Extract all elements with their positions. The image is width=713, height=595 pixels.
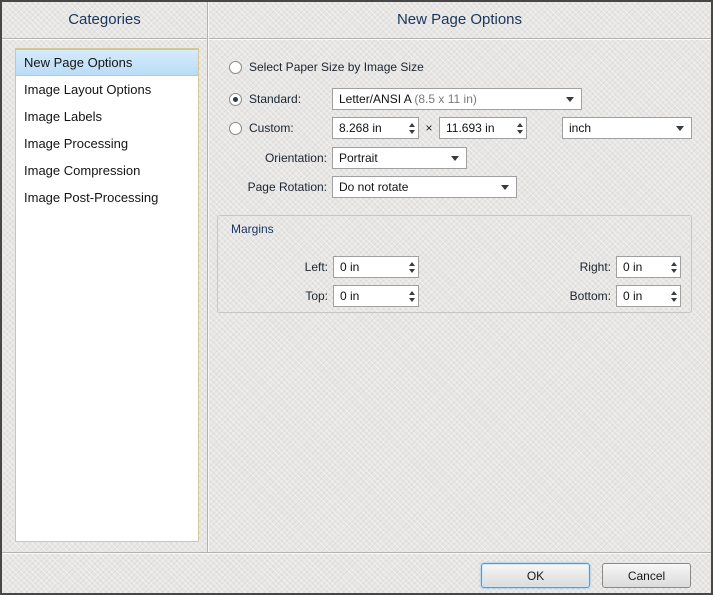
margin-bottom-spinner[interactable]: 0 in (616, 285, 681, 307)
spin-up-icon[interactable] (517, 123, 523, 127)
standard-size-name: Letter/ANSI A (339, 92, 411, 106)
margin-bottom-label: Bottom: (533, 285, 611, 307)
standard-size-detail: (8.5 x 11 in) (414, 92, 476, 106)
page-rotation-label: Page Rotation: (202, 176, 327, 198)
custom-label: Custom: (249, 121, 294, 135)
spin-up-icon[interactable] (671, 291, 677, 295)
page-title: New Page Options (208, 2, 711, 38)
chevron-down-icon (451, 156, 459, 161)
margin-left-value: 0 in (334, 260, 405, 274)
custom-width-value: 8.268 in (333, 121, 405, 135)
new-page-options-dialog: Categories New Page Options New Page Opt… (0, 0, 713, 595)
spin-down-icon[interactable] (671, 269, 677, 273)
chevron-down-icon (566, 97, 574, 102)
page-rotation-value: Do not rotate (333, 180, 501, 194)
sidebar-item-image-compression[interactable]: Image Compression (16, 157, 198, 184)
sidebar-item-image-processing[interactable]: Image Processing (16, 130, 198, 157)
orientation-label: Orientation: (212, 147, 327, 169)
custom-height-spinner[interactable]: 11.693 in (439, 117, 527, 139)
margin-top-value: 0 in (334, 289, 405, 303)
margin-top-label: Top: (243, 285, 328, 307)
by-image-size-label: Select Paper Size by Image Size (249, 60, 424, 74)
margin-right-spin-buttons[interactable] (667, 257, 680, 277)
chevron-down-icon (676, 126, 684, 131)
cancel-button[interactable]: Cancel (602, 563, 691, 588)
margins-groupbox: Margins Left: 0 in Right: 0 in Top: 0 in (217, 215, 692, 313)
margin-left-label: Left: (243, 256, 328, 278)
margin-top-spin-buttons[interactable] (405, 286, 418, 306)
spin-up-icon[interactable] (409, 291, 415, 295)
categories-list: New Page Options Image Layout Options Im… (15, 48, 199, 542)
sidebar-item-image-layout-options[interactable]: Image Layout Options (16, 76, 198, 103)
spin-down-icon[interactable] (409, 298, 415, 302)
by-image-size-radio[interactable] (229, 61, 242, 74)
sidebar-item-new-page-options[interactable]: New Page Options (16, 49, 198, 76)
sidebar-item-image-post-processing[interactable]: Image Post-Processing (16, 184, 198, 211)
panel-divider (207, 2, 208, 552)
chevron-down-icon (501, 185, 509, 190)
standard-size-value: Letter/ANSI A (8.5 x 11 in) (333, 92, 566, 106)
spin-down-icon[interactable] (409, 269, 415, 273)
margin-right-value: 0 in (617, 260, 667, 274)
margin-top-spinner[interactable]: 0 in (333, 285, 419, 307)
header-divider (2, 38, 711, 39)
page-rotation-select[interactable]: Do not rotate (332, 176, 517, 198)
margin-bottom-spin-buttons[interactable] (667, 286, 680, 306)
custom-radio[interactable] (229, 122, 242, 135)
margin-left-spinner[interactable]: 0 in (333, 256, 419, 278)
dimensions-times-separator: × (422, 117, 436, 139)
radio-row-standard[interactable]: Standard: (229, 91, 301, 107)
margin-right-spinner[interactable]: 0 in (616, 256, 681, 278)
custom-unit-value: inch (563, 121, 676, 135)
margin-bottom-value: 0 in (617, 289, 667, 303)
custom-unit-select[interactable]: inch (562, 117, 692, 139)
margins-title: Margins (231, 222, 274, 236)
custom-height-value: 11.693 in (440, 121, 513, 135)
spin-down-icon[interactable] (517, 130, 523, 134)
spin-down-icon[interactable] (671, 298, 677, 302)
custom-width-spinner[interactable]: 8.268 in (332, 117, 419, 139)
spin-up-icon[interactable] (409, 123, 415, 127)
custom-height-spin-buttons[interactable] (513, 118, 526, 138)
spin-up-icon[interactable] (409, 262, 415, 266)
standard-label: Standard: (249, 92, 301, 106)
margin-left-spin-buttons[interactable] (405, 257, 418, 277)
standard-size-select[interactable]: Letter/ANSI A (8.5 x 11 in) (332, 88, 582, 110)
standard-radio[interactable] (229, 93, 242, 106)
spin-down-icon[interactable] (409, 130, 415, 134)
ok-button[interactable]: OK (481, 563, 590, 588)
orientation-value: Portrait (333, 151, 451, 165)
radio-row-by-image-size[interactable]: Select Paper Size by Image Size (229, 59, 424, 75)
custom-width-spin-buttons[interactable] (405, 118, 418, 138)
sidebar-item-image-labels[interactable]: Image Labels (16, 103, 198, 130)
radio-row-custom[interactable]: Custom: (229, 120, 294, 136)
categories-header: Categories (2, 2, 207, 38)
margin-right-label: Right: (533, 256, 611, 278)
footer-divider (2, 552, 711, 553)
spin-up-icon[interactable] (671, 262, 677, 266)
orientation-select[interactable]: Portrait (332, 147, 467, 169)
